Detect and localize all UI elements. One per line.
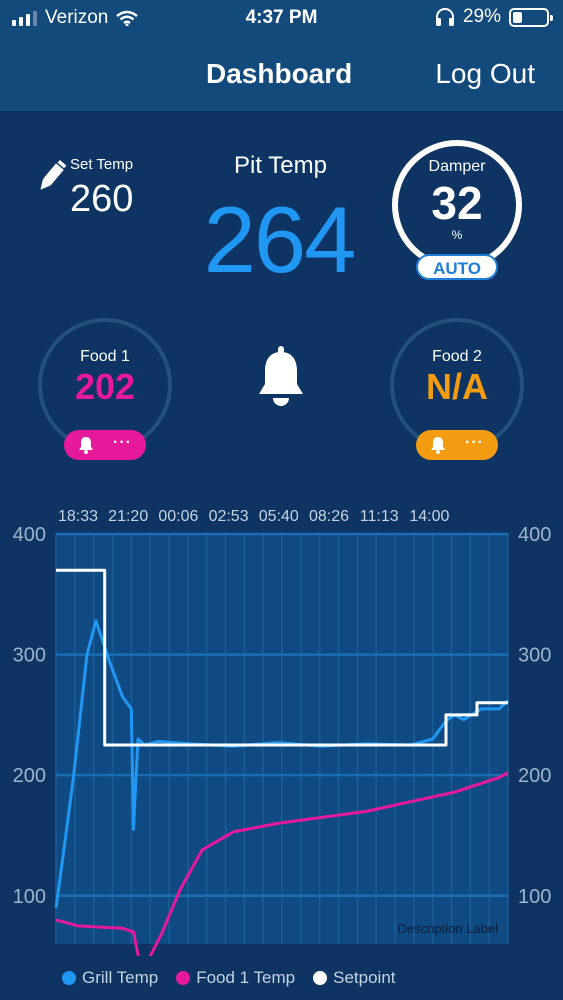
y-tick-label-right: 400 bbox=[518, 524, 551, 546]
pit-temp-label-text: Pit Temp bbox=[234, 152, 327, 179]
app-header: Verizon 4:37 PM 29% Dashboard Log Out bbox=[0, 0, 563, 112]
time-tick-label: 11:13 bbox=[360, 508, 399, 525]
y-tick-label-right: 100 bbox=[518, 886, 551, 908]
y-tick-label-left: 100 bbox=[13, 886, 46, 908]
food1-alarm-button[interactable]: ··· bbox=[64, 430, 146, 460]
legend-dot bbox=[176, 971, 191, 985]
y-tick-label-left: 200 bbox=[13, 765, 46, 787]
y-tick-label-left: 300 bbox=[13, 645, 46, 667]
chart-legend: Grill Temp Food 1 Temp Setpoint bbox=[62, 968, 396, 988]
food1-value: 202 bbox=[74, 366, 136, 407]
time-tick-label: 02:53 bbox=[209, 508, 249, 525]
legend-label: Food 1 Temp bbox=[196, 968, 296, 987]
legend-label: Grill Temp bbox=[82, 968, 159, 987]
time-tick-label: 21:20 bbox=[108, 508, 148, 525]
y-tick-label-left: 400 bbox=[13, 524, 46, 546]
legend-item-setpoint: Setpoint bbox=[313, 968, 396, 988]
headphones-icon bbox=[435, 8, 454, 26]
damper-mode-badge[interactable]: AUTO bbox=[416, 254, 498, 280]
status-bar: Verizon 4:37 PM 29% bbox=[0, 0, 563, 36]
food2-alarm-button[interactable]: ··· bbox=[416, 430, 498, 460]
battery-percent: 29% bbox=[462, 6, 501, 27]
bell-icon bbox=[79, 437, 93, 454]
legend-item-grill: Grill Temp bbox=[62, 968, 158, 988]
more-icon: ··· bbox=[113, 434, 132, 451]
page-title: Dashboard bbox=[206, 58, 353, 89]
damper-value: 32 bbox=[431, 177, 483, 229]
temperature-chart[interactable]: 100 100 200 200 300 300 400 400 18:33 21:20 00:06 0… bbox=[0, 496, 563, 956]
alarm-bell-icon[interactable] bbox=[256, 346, 306, 408]
damper-gauge[interactable]: Damper 32 % AUTO bbox=[392, 140, 522, 290]
time-tick-label: 14:00 bbox=[409, 508, 449, 525]
legend-dot bbox=[313, 971, 328, 985]
status-right: 29% bbox=[435, 6, 553, 28]
logout-button[interactable]: Log Out bbox=[435, 58, 535, 90]
y-tick-label-right: 300 bbox=[518, 645, 551, 667]
food2-value: N/A bbox=[426, 366, 488, 407]
time-tick-label: 18:33 bbox=[58, 508, 98, 525]
legend-label: Setpoint bbox=[333, 968, 396, 987]
food1-label: Food 1 bbox=[80, 348, 130, 365]
time-tick-label: 05:40 bbox=[259, 508, 299, 525]
y-tick-label-right: 200 bbox=[518, 765, 551, 787]
bell-icon bbox=[431, 437, 445, 454]
battery-icon bbox=[509, 7, 553, 27]
pit-temp-value: 264 bbox=[203, 187, 357, 292]
food2-label: Food 2 bbox=[432, 348, 482, 365]
set-temp-value: 260 bbox=[70, 178, 134, 220]
damper-unit: % bbox=[451, 228, 463, 242]
time-tick-label: 08:26 bbox=[309, 508, 349, 525]
time-tick-label: 00:06 bbox=[158, 508, 198, 525]
damper-label: Damper bbox=[428, 158, 486, 175]
legend-item-food1: Food 1 Temp bbox=[176, 968, 295, 988]
more-icon: ··· bbox=[465, 434, 484, 451]
description-label: Description Label bbox=[398, 921, 499, 936]
legend-dot bbox=[62, 971, 76, 985]
